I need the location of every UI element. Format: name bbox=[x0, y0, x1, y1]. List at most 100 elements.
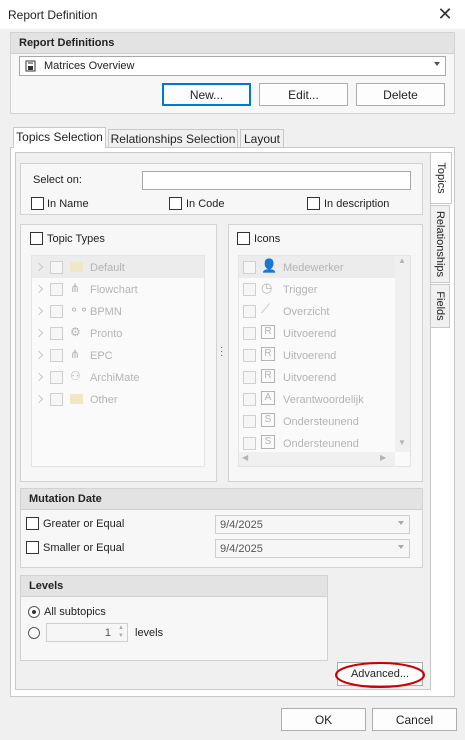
topic-type-checkbox[interactable] bbox=[50, 349, 63, 362]
list-item[interactable]: 👤 Medewerker bbox=[239, 256, 395, 278]
list-item[interactable]: S Ondersteunend bbox=[239, 410, 395, 432]
topic-type-label: EPC bbox=[90, 350, 113, 362]
icons-label: Icons bbox=[254, 233, 281, 245]
splitter-grip[interactable]: · · · bbox=[220, 343, 223, 361]
list-item[interactable]: ⟋ Overzicht bbox=[239, 300, 395, 322]
in-code-checkbox[interactable] bbox=[169, 197, 182, 210]
cancel-button[interactable]: Cancel bbox=[372, 708, 457, 731]
list-item[interactable]: R Uitvoerend bbox=[239, 344, 395, 366]
list-item[interactable]: ⚙ Pronto bbox=[32, 322, 204, 344]
ok-button[interactable]: OK bbox=[281, 708, 366, 731]
list-item[interactable]: ⚇ ArchiMate bbox=[32, 366, 204, 388]
list-item[interactable]: R Uitvoerend bbox=[239, 322, 395, 344]
select-on-input[interactable] bbox=[142, 171, 411, 190]
tab-layout[interactable]: Layout bbox=[240, 129, 284, 148]
smaller-or-equal-checkbox[interactable] bbox=[26, 541, 39, 554]
icon-item-label: Uitvoerend bbox=[283, 350, 337, 362]
chart-icon: ⟋ bbox=[261, 301, 271, 316]
icon-checkbox[interactable] bbox=[243, 283, 256, 296]
levels-stepper[interactable]: 1 ▲ ▼ bbox=[46, 623, 128, 642]
icon-checkbox[interactable] bbox=[243, 371, 256, 384]
icon-checkbox[interactable] bbox=[243, 393, 256, 406]
side-tab-topics[interactable]: Topics bbox=[430, 152, 452, 204]
topic-type-checkbox[interactable] bbox=[50, 327, 63, 340]
icon-checkbox[interactable] bbox=[243, 305, 256, 318]
in-code-label: In Code bbox=[186, 198, 225, 210]
icon-item-label: Ondersteunend bbox=[283, 438, 359, 450]
report-definitions-header: Report Definitions bbox=[11, 33, 454, 54]
topic-types-checkbox[interactable] bbox=[30, 232, 43, 245]
list-item[interactable]: S Ondersteunend bbox=[239, 432, 395, 454]
chevron-right-icon bbox=[34, 328, 44, 338]
report-definition-select[interactable]: Matrices Overview bbox=[19, 56, 446, 76]
list-item[interactable]: R Uitvoerend bbox=[239, 366, 395, 388]
icon-item-label: Uitvoerend bbox=[283, 328, 337, 340]
levels-radio[interactable] bbox=[28, 627, 40, 639]
scroll-right-icon[interactable]: ▶ bbox=[380, 453, 386, 462]
greater-or-equal-date[interactable]: 9/4/2025 bbox=[215, 515, 410, 534]
scroll-up-icon[interactable]: ▲ bbox=[398, 256, 406, 265]
chevron-right-icon bbox=[34, 394, 44, 404]
clock-icon: ◷ bbox=[261, 280, 273, 295]
new-button[interactable]: New... bbox=[162, 83, 251, 106]
s-icon: S bbox=[261, 413, 275, 427]
chevron-right-icon bbox=[34, 262, 44, 272]
icon-item-label: Overzicht bbox=[283, 306, 330, 318]
s-icon: S bbox=[261, 435, 275, 449]
highlight-ring bbox=[335, 662, 425, 688]
scroll-down-icon[interactable]: ▼ bbox=[398, 438, 406, 447]
list-item[interactable]: ⋔ EPC bbox=[32, 344, 204, 366]
icon-item-label: Verantwoordelijk bbox=[283, 394, 364, 406]
edit-button[interactable]: Edit... bbox=[259, 83, 348, 106]
folder-icon bbox=[70, 262, 83, 272]
icon-checkbox[interactable] bbox=[243, 437, 256, 450]
chevron-down-icon bbox=[398, 545, 404, 549]
list-item[interactable]: A Verantwoordelijk bbox=[239, 388, 395, 410]
topic-type-checkbox[interactable] bbox=[50, 283, 63, 296]
icon-checkbox[interactable] bbox=[243, 261, 256, 274]
icons-checkbox[interactable] bbox=[237, 232, 250, 245]
chevron-right-icon bbox=[34, 350, 44, 360]
a-icon: A bbox=[261, 391, 275, 405]
smaller-or-equal-date[interactable]: 9/4/2025 bbox=[215, 539, 410, 558]
list-item[interactable]: ⚬⚬ BPMN bbox=[32, 300, 204, 322]
icon-checkbox[interactable] bbox=[243, 415, 256, 428]
delete-button[interactable]: Delete bbox=[356, 83, 445, 106]
topic-type-label: Flowchart bbox=[90, 284, 138, 296]
side-tab-relationships[interactable]: Relationships bbox=[430, 205, 450, 283]
side-tab-fields[interactable]: Fields bbox=[430, 284, 450, 328]
topic-type-checkbox[interactable] bbox=[50, 393, 63, 406]
greater-or-equal-label: Greater or Equal bbox=[43, 518, 125, 530]
in-name-checkbox[interactable] bbox=[31, 197, 44, 210]
scroll-left-icon[interactable]: ◀ bbox=[242, 453, 248, 462]
icon-checkbox[interactable] bbox=[243, 327, 256, 340]
list-item[interactable]: Default bbox=[32, 256, 204, 278]
list-item[interactable]: ⋔ Flowchart bbox=[32, 278, 204, 300]
levels-label: levels bbox=[135, 627, 164, 639]
horizontal-scrollbar[interactable]: ◀ ▶ bbox=[239, 452, 395, 466]
topic-type-checkbox[interactable] bbox=[50, 371, 63, 384]
r-icon: R bbox=[261, 325, 275, 339]
topic-type-label: Other bbox=[90, 394, 118, 406]
greater-or-equal-checkbox[interactable] bbox=[26, 517, 39, 530]
smaller-date-value: 9/4/2025 bbox=[220, 543, 263, 555]
chevron-right-icon bbox=[34, 284, 44, 294]
topic-type-checkbox[interactable] bbox=[50, 305, 63, 318]
hierarchy-icon: ⋔ bbox=[70, 347, 81, 361]
icon-checkbox[interactable] bbox=[243, 349, 256, 362]
tab-relationships-selection[interactable]: Relationships Selection bbox=[108, 129, 238, 148]
list-item[interactable]: Other bbox=[32, 388, 204, 410]
close-icon[interactable]: ✕ bbox=[435, 4, 455, 24]
spin-arrows-icon[interactable]: ▲ ▼ bbox=[118, 624, 124, 640]
in-description-checkbox[interactable] bbox=[307, 197, 320, 210]
vertical-scrollbar[interactable]: ▲ ▼ bbox=[395, 256, 410, 452]
all-subtopics-radio[interactable] bbox=[28, 606, 40, 618]
topic-type-checkbox[interactable] bbox=[50, 261, 63, 274]
list-item[interactable]: ◷ Trigger bbox=[239, 278, 395, 300]
topic-types-label: Topic Types bbox=[47, 233, 105, 245]
topic-types-list: Default ⋔ Flowchart ⚬⚬ BPMN ⚙ Pronto ⋔ E… bbox=[31, 255, 205, 467]
icon-item-label: Ondersteunend bbox=[283, 416, 359, 428]
in-description-label: In description bbox=[324, 198, 390, 210]
tab-topics-selection[interactable]: Topics Selection bbox=[13, 127, 106, 148]
hierarchy-icon: ⋔ bbox=[70, 281, 81, 295]
